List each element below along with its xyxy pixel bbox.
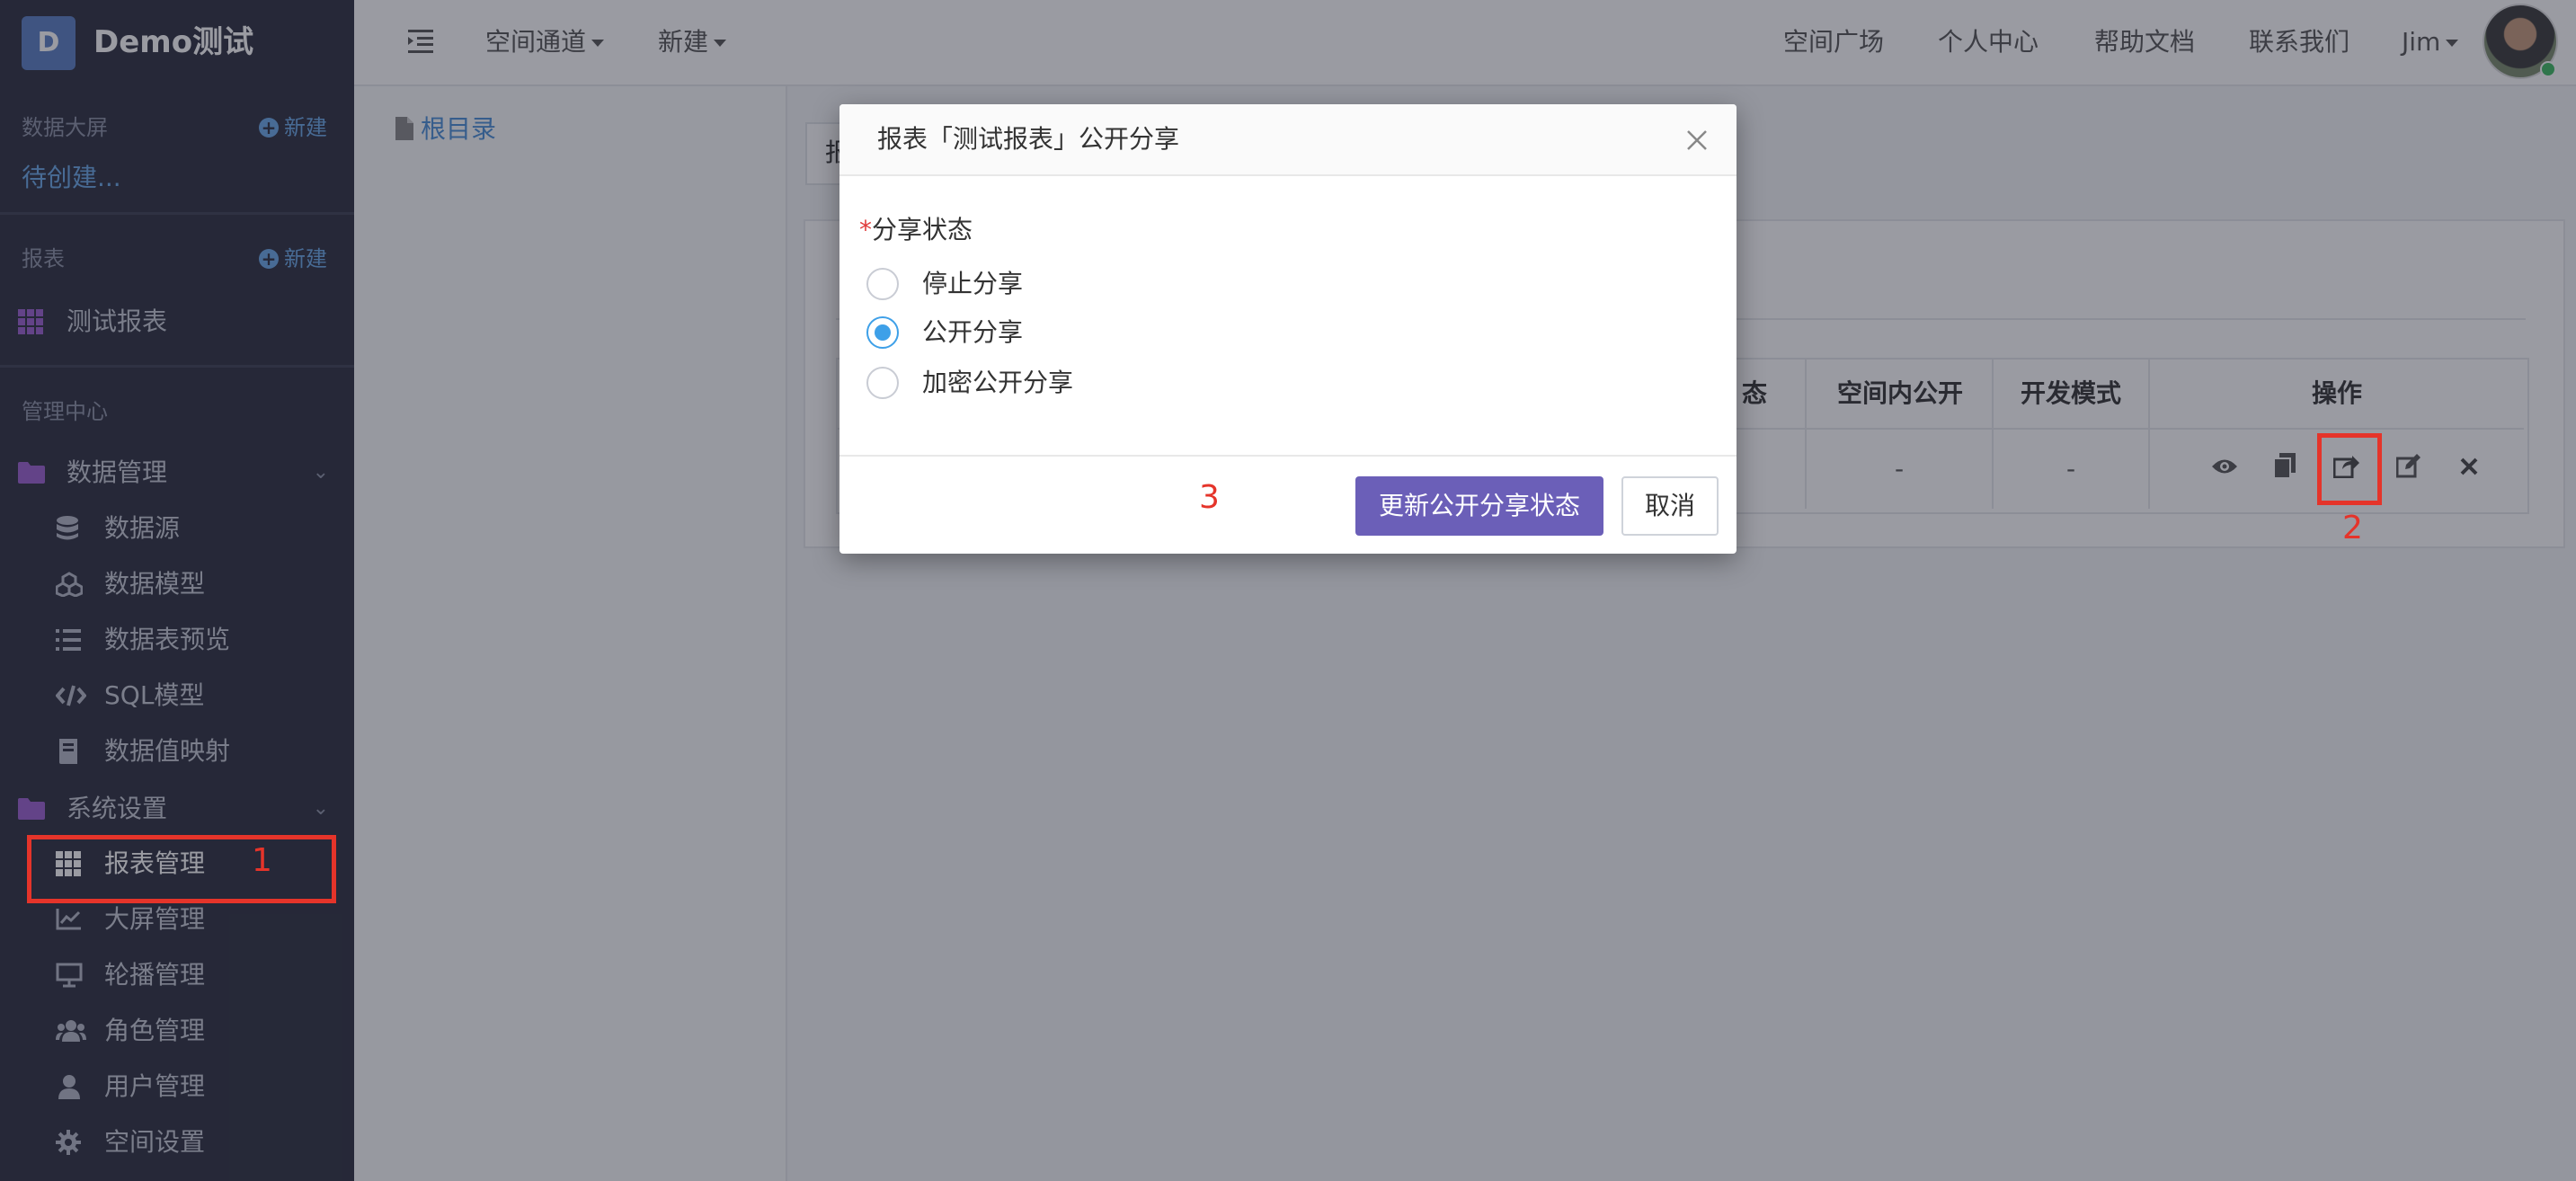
update-share-status-button[interactable]: 更新公开分享状态 (1355, 476, 1603, 536)
radio-label-stop-sharing: 停止分享 (922, 269, 1024, 298)
radio-encrypted-sharing[interactable] (866, 367, 899, 399)
radio-label-encrypted-sharing: 加密公开分享 (922, 368, 1074, 397)
annotation-number-2: 2 (2342, 510, 2363, 546)
share-status-label: *分享状态 (859, 215, 973, 244)
share-modal: 报表「测试报表」公开分享 *分享状态 停止分享 公开分享 加密公开分享 更新公开… (839, 104, 1737, 554)
annotation-box-1 (27, 835, 336, 903)
annotation-box-2 (2317, 433, 2382, 505)
cancel-button[interactable]: 取消 (1621, 476, 1719, 536)
radio-stop-sharing[interactable] (866, 268, 899, 300)
modal-title: 报表「测试报表」公开分享 (877, 124, 1180, 154)
annotation-number-1: 1 (252, 842, 272, 879)
annotation-number-3: 3 (1199, 479, 1220, 516)
radio-public-sharing[interactable] (866, 316, 899, 349)
radio-label-public-sharing: 公开分享 (922, 317, 1024, 347)
close-icon[interactable] (1686, 129, 1708, 151)
modal-footer-divider (839, 455, 1737, 457)
